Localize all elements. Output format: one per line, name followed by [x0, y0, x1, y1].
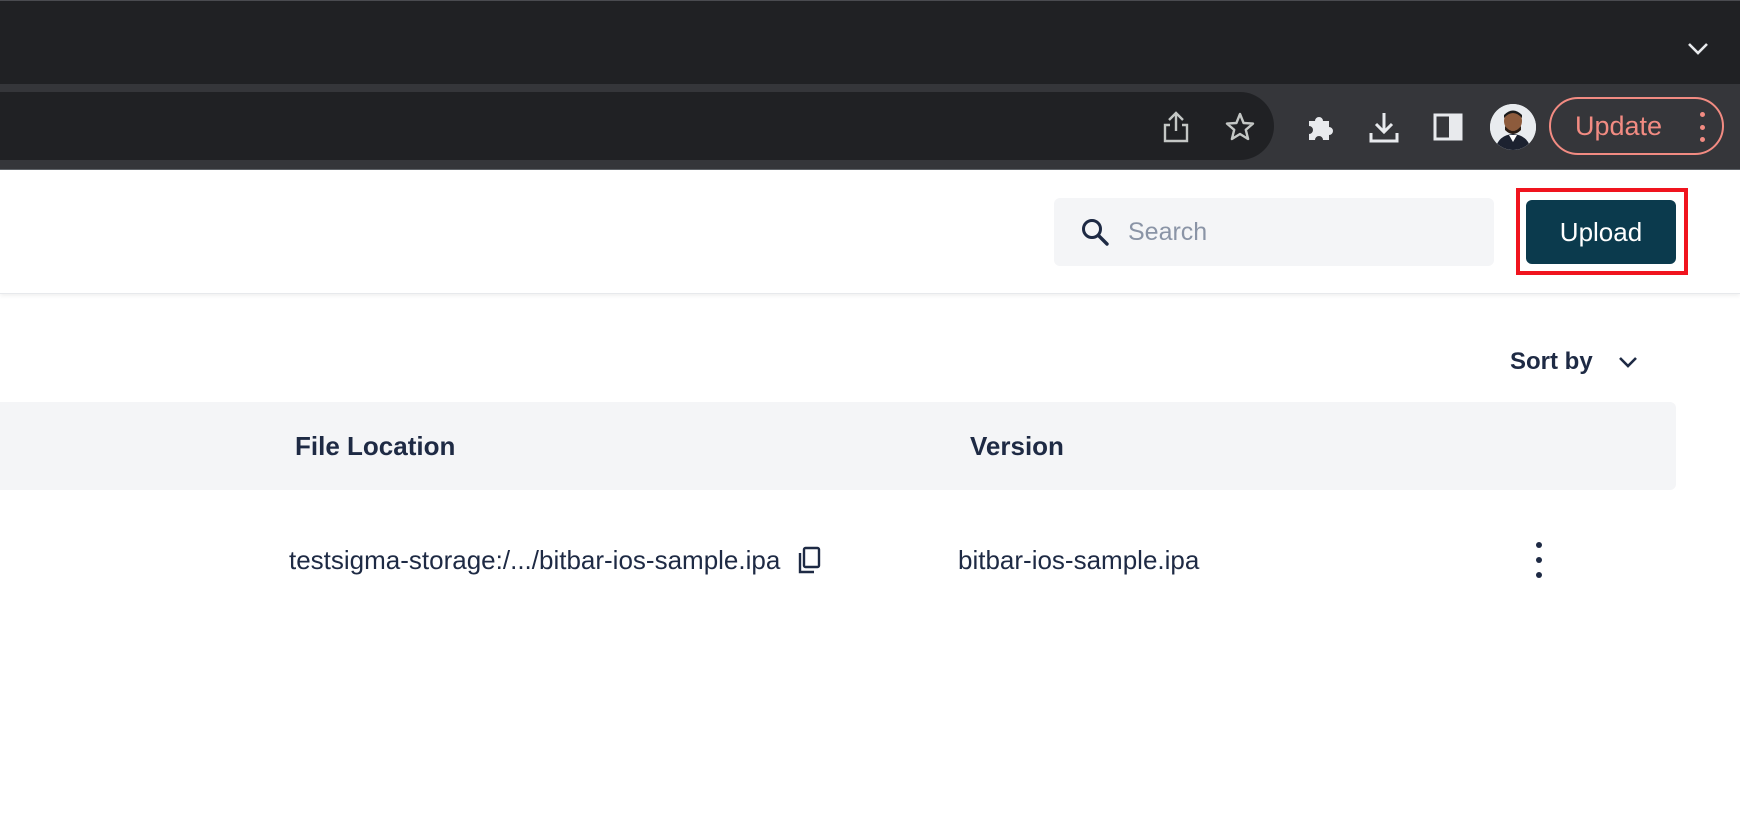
address-bar[interactable]	[0, 92, 1274, 160]
sort-by-dropdown[interactable]: Sort by	[1510, 344, 1641, 380]
share-icon[interactable]	[1154, 105, 1198, 149]
search-icon	[1082, 219, 1109, 246]
extensions-icon[interactable]	[1298, 105, 1342, 149]
copy-icon[interactable]	[796, 546, 822, 574]
download-icon[interactable]	[1362, 105, 1406, 149]
profile-avatar[interactable]	[1490, 104, 1536, 150]
version-cell: bitbar-ios-sample.ipa	[958, 544, 1200, 575]
upload-button[interactable]: Upload	[1526, 200, 1676, 264]
table-header: File Location Version	[0, 402, 1676, 490]
bookmark-star-icon[interactable]	[1218, 105, 1262, 149]
update-button-label: Update	[1575, 110, 1663, 141]
tab-search-chevron-down-icon[interactable]	[1686, 37, 1710, 61]
search-input[interactable]	[1126, 216, 1470, 248]
file-location-text: testsigma-storage:/.../bitbar-ios-sample…	[289, 544, 781, 575]
browser-menu-kebab-icon[interactable]	[1698, 112, 1706, 142]
chevron-down-icon	[1618, 357, 1637, 368]
file-location-cell: testsigma-storage:/.../bitbar-ios-sample…	[289, 510, 822, 610]
row-actions-kebab-icon[interactable]	[1526, 538, 1552, 582]
browser-tab-strip	[0, 0, 1740, 84]
search-box[interactable]	[1054, 198, 1494, 266]
table-row[interactable]: testsigma-storage:/.../bitbar-ios-sample…	[0, 510, 1676, 610]
column-header-version[interactable]: Version	[970, 402, 1064, 490]
column-header-file-location[interactable]: File Location	[295, 402, 455, 490]
sort-by-label: Sort by	[1510, 348, 1593, 375]
browser-toolbar: Update	[0, 84, 1740, 170]
side-panel-icon[interactable]	[1426, 105, 1470, 149]
page-header: Upload	[0, 170, 1740, 294]
update-button[interactable]: Update	[1549, 97, 1724, 155]
